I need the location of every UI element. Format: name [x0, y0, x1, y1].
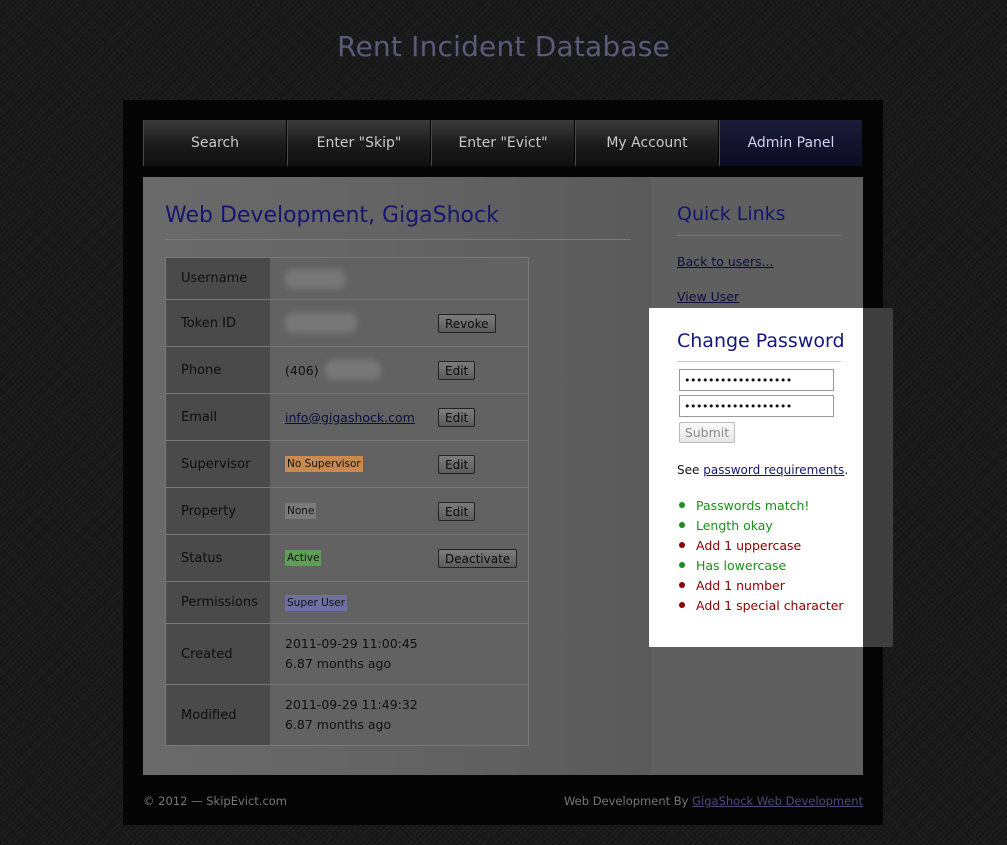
- requirement-text: Add 1 special character: [696, 597, 844, 613]
- footer-credit-prefix: Web Development By: [563, 794, 689, 808]
- edit-property-button[interactable]: Edit: [438, 502, 476, 521]
- confirm-password-input[interactable]: [679, 395, 834, 417]
- user-details-panel: Web Development, GigaShock Username Toke…: [143, 177, 651, 775]
- see-suffix: .: [844, 463, 849, 477]
- requirement-item: Add 1 special character: [679, 595, 844, 615]
- edit-email-button[interactable]: Edit: [438, 408, 476, 427]
- row-label: Status: [166, 535, 270, 581]
- nav-enter-evict[interactable]: Enter "Evict": [431, 120, 575, 166]
- bullet-icon: [679, 582, 685, 588]
- email-value: info@gigashock.com Edit: [270, 394, 528, 440]
- row-email: Email info@gigashock.com Edit: [166, 393, 528, 440]
- bullet-icon: [679, 562, 685, 568]
- quick-links-title: Quick Links: [677, 203, 786, 225]
- view-user-link[interactable]: View User: [677, 289, 739, 304]
- modified-ago: 6.87 months ago: [285, 717, 392, 732]
- row-label: Supervisor: [166, 441, 270, 487]
- edit-supervisor-button[interactable]: Edit: [438, 455, 476, 474]
- title-divider: [165, 239, 631, 240]
- status-badge: Active: [285, 550, 322, 566]
- row-permissions: Permissions Super User: [166, 581, 528, 623]
- see-prefix: See: [677, 463, 700, 477]
- deactivate-button[interactable]: Deactivate: [438, 549, 518, 568]
- bullet-icon: [679, 602, 685, 608]
- status-value: Active Deactivate: [270, 535, 528, 581]
- modified-value: 2011-09-29 11:49:32 6.87 months ago: [270, 685, 528, 745]
- row-property: Property None Edit: [166, 487, 528, 534]
- phone-area-code: (406): [285, 362, 319, 378]
- password-requirements-link[interactable]: password requirements: [703, 463, 844, 477]
- bullet-icon: [679, 522, 685, 528]
- requirement-text: Add 1 uppercase: [696, 537, 802, 553]
- token-value: Revoke: [270, 300, 528, 346]
- edit-phone-button[interactable]: Edit: [438, 361, 476, 380]
- requirement-item: Has lowercase: [679, 555, 844, 575]
- row-label: Phone: [166, 347, 270, 393]
- main-nav: Search Enter "Skip" Enter "Evict" My Acc…: [143, 120, 863, 166]
- change-password-title: Change Password: [677, 330, 845, 352]
- username-value: [270, 258, 528, 299]
- requirement-item: Passwords match!: [679, 495, 844, 515]
- row-label: Username: [166, 258, 270, 299]
- row-label: Token ID: [166, 300, 270, 346]
- nav-search[interactable]: Search: [143, 120, 287, 166]
- nav-enter-skip[interactable]: Enter "Skip": [287, 120, 431, 166]
- email-link[interactable]: info@gigashock.com: [285, 410, 415, 425]
- back-to-users-link[interactable]: Back to users...: [677, 254, 774, 269]
- permissions-badge: Super User: [285, 594, 348, 611]
- created-date: 2011-09-29 11:00:45: [285, 636, 418, 651]
- footer-credit-link[interactable]: GigaShock Web Development: [692, 794, 863, 808]
- modified-date: 2011-09-29 11:49:32: [285, 697, 418, 712]
- supervisor-value: No Supervisor Edit: [270, 441, 528, 487]
- revoke-button[interactable]: Revoke: [438, 314, 496, 333]
- quick-links-divider: [677, 235, 841, 236]
- row-supervisor: Supervisor No Supervisor Edit: [166, 440, 528, 487]
- nav-admin-panel[interactable]: Admin Panel: [719, 120, 863, 166]
- row-status: Status Active Deactivate: [166, 534, 528, 581]
- requirement-text: Has lowercase: [696, 557, 787, 573]
- row-label: Created: [166, 624, 270, 684]
- row-label: Modified: [166, 685, 270, 745]
- redacted-phone: [324, 360, 381, 380]
- redacted-token: [285, 313, 357, 333]
- requirement-text: Add 1 number: [696, 577, 785, 593]
- row-phone: Phone (406) Edit: [166, 346, 528, 393]
- property-badge: None: [285, 503, 317, 519]
- nav-my-account[interactable]: My Account: [575, 120, 719, 166]
- user-info-table: Username Token ID Revoke Phone (406) Edi…: [165, 257, 529, 746]
- change-password-panel: Change Password Submit See password requ…: [649, 308, 863, 647]
- row-created: Created 2011-09-29 11:00:45 6.87 months …: [166, 623, 528, 684]
- password-requirements-list: Passwords match! Length okay Add 1 upper…: [679, 495, 844, 615]
- bullet-icon: [679, 502, 685, 508]
- created-value: 2011-09-29 11:00:45 6.87 months ago: [270, 624, 528, 684]
- property-value: None Edit: [270, 488, 528, 534]
- supervisor-badge: No Supervisor: [285, 456, 363, 472]
- permissions-value: Super User: [270, 582, 528, 623]
- row-modified: Modified 2011-09-29 11:49:32 6.87 months…: [166, 684, 528, 745]
- requirement-item: Add 1 number: [679, 575, 844, 595]
- row-username: Username: [166, 258, 528, 299]
- submit-password-button[interactable]: Submit: [679, 422, 735, 443]
- row-token: Token ID Revoke: [166, 299, 528, 346]
- requirement-text: Passwords match!: [696, 497, 810, 513]
- new-password-input[interactable]: [679, 369, 834, 391]
- requirement-text: Length okay: [696, 517, 773, 533]
- footer-credit: Web Development By GigaShock Web Develop…: [564, 794, 863, 808]
- password-requirements-note: See password requirements.: [677, 463, 848, 477]
- requirement-item: Length okay: [679, 515, 844, 535]
- footer-copyright: © 2012 — SkipEvict.com: [143, 794, 288, 808]
- redacted-username: [285, 268, 345, 289]
- page-title: Web Development, GigaShock: [165, 203, 499, 228]
- created-ago: 6.87 months ago: [285, 656, 392, 671]
- row-label: Email: [166, 394, 270, 440]
- bullet-icon: [679, 542, 685, 548]
- requirement-item: Add 1 uppercase: [679, 535, 844, 555]
- row-label: Property: [166, 488, 270, 534]
- row-label: Permissions: [166, 582, 270, 623]
- change-password-divider: [677, 361, 841, 362]
- phone-value: (406) Edit: [270, 347, 528, 393]
- site-title: Rent Incident Database: [337, 30, 670, 63]
